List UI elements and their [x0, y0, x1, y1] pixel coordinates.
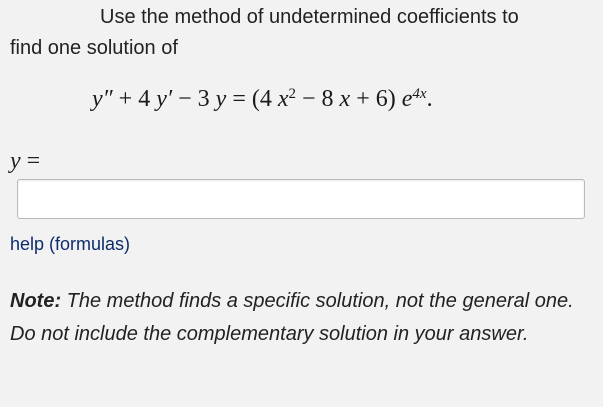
answer-label: y =: [10, 147, 40, 175]
note-label: Note:: [10, 290, 62, 312]
note-text: The method finds a specific solution, no…: [10, 290, 574, 345]
problem-text-line-1: Use the method of undetermined coefficie…: [100, 6, 519, 28]
differential-equation: y″ + 4 y′ − 3 y = (4 x2 − 8 x + 6) e4x.: [92, 84, 433, 114]
note-block: Note: The method finds a specific soluti…: [10, 285, 595, 351]
eq-middle: − 8: [296, 86, 340, 112]
answer-label-var: y: [10, 148, 21, 174]
eq-y-double-prime: y″: [92, 86, 113, 112]
eq-equals: = (4: [226, 86, 278, 112]
eq-x: x: [277, 86, 289, 112]
eq-e: e: [401, 86, 413, 112]
eq-x-linear: x: [339, 86, 351, 112]
eq-y-prime: y′: [156, 86, 173, 112]
problem-text-line-2: find one solution of: [10, 37, 178, 59]
eq-term-plus-4: + 4: [112, 86, 157, 112]
eq-term-minus-3: − 3: [172, 86, 216, 112]
help-formulas-link[interactable]: help (formulas): [10, 233, 130, 255]
eq-x-exponent: 2: [288, 85, 297, 102]
answer-input[interactable]: [17, 179, 585, 219]
eq-e-exponent: 4x: [412, 85, 427, 102]
answer-label-equals: =: [20, 148, 41, 174]
eq-tail: + 6): [350, 86, 402, 112]
eq-y: y: [215, 86, 227, 112]
eq-period: .: [426, 86, 433, 112]
